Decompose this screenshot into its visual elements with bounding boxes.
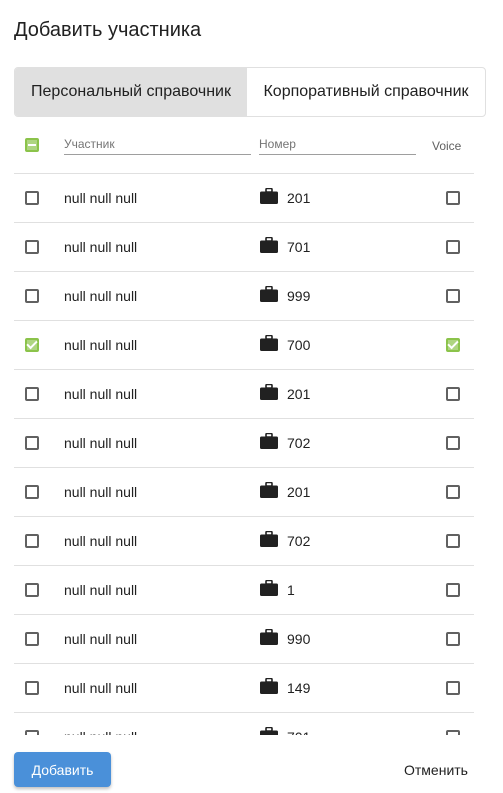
participant-number: 702 (287, 435, 311, 451)
row-select-checkbox[interactable] (25, 338, 39, 352)
participant-name: null null null (64, 729, 137, 735)
row-select-checkbox[interactable] (25, 289, 39, 303)
select-all-checkbox[interactable] (25, 138, 39, 152)
table-row[interactable]: null null null 700 (14, 321, 474, 370)
participant-name: null null null (64, 337, 138, 353)
voice-checkbox[interactable] (446, 240, 460, 254)
participant-name: null null null (64, 239, 138, 255)
participant-name: null null null (64, 386, 138, 402)
participants-table: Участник Номер Voice null null null 201 nu… (14, 121, 474, 735)
dialog-title: Добавить участника (14, 19, 202, 41)
participant-number: 149 (287, 680, 311, 696)
table-row[interactable]: null null null 990 (14, 615, 474, 664)
participant-name: null null null (64, 533, 138, 549)
row-select-checkbox[interactable] (25, 240, 39, 254)
voice-checkbox[interactable] (446, 289, 460, 303)
table-row[interactable]: null null null 201 (14, 174, 474, 223)
briefcase-icon (260, 383, 278, 400)
table-row[interactable]: null null null 1 (14, 566, 474, 615)
briefcase-icon (260, 236, 278, 253)
participant-number: 700 (287, 337, 311, 353)
voice-column-header: Voice (432, 139, 462, 153)
directory-tabs: Персональный справочник Корпоративный сп… (14, 67, 486, 117)
briefcase-icon (260, 726, 278, 735)
number-filter-field[interactable]: Номер (259, 137, 416, 155)
row-select-checkbox[interactable] (25, 583, 39, 597)
cancel-button[interactable]: Отменить (392, 752, 480, 787)
table-header: Участник Номер Voice (14, 121, 474, 174)
voice-checkbox[interactable] (446, 338, 460, 352)
table-row[interactable]: null null null 701 (14, 713, 474, 735)
briefcase-icon (260, 285, 278, 302)
participant-number: 701 (287, 729, 310, 735)
participant-name: null null null (64, 484, 138, 500)
table-row[interactable]: null null null 702 (14, 517, 474, 566)
table-body[interactable]: null null null 201 null null null 701 null n… (14, 174, 474, 735)
briefcase-icon (260, 481, 278, 498)
participant-number: 701 (287, 239, 311, 255)
briefcase-icon (260, 187, 278, 204)
member-filter-field[interactable]: Участник (64, 137, 251, 155)
table-row[interactable]: null null null 702 (14, 419, 474, 468)
table-row[interactable]: null null null 201 (14, 468, 474, 517)
voice-checkbox[interactable] (446, 632, 460, 646)
table-row[interactable]: null null null 201 (14, 370, 474, 419)
voice-checkbox[interactable] (446, 730, 460, 735)
tab-corporate-directory[interactable]: Корпоративный справочник (247, 68, 485, 116)
participant-name: null null null (64, 288, 138, 304)
participant-number: 201 (287, 190, 311, 206)
briefcase-icon (260, 334, 278, 351)
table-row[interactable]: null null null 701 (14, 223, 474, 272)
add-button[interactable]: Добавить (14, 752, 111, 787)
participant-number: 1 (287, 582, 295, 598)
table-row[interactable]: null null null 149 (14, 664, 474, 713)
participant-name: null null null (64, 680, 138, 696)
voice-checkbox[interactable] (446, 583, 460, 597)
row-select-checkbox[interactable] (25, 485, 39, 499)
briefcase-icon (260, 628, 278, 645)
row-select-checkbox[interactable] (25, 534, 39, 548)
participant-number: 999 (287, 288, 311, 304)
briefcase-icon (260, 530, 278, 547)
voice-checkbox[interactable] (446, 485, 460, 499)
participant-number: 201 (287, 386, 311, 402)
row-select-checkbox[interactable] (25, 436, 39, 450)
row-select-checkbox[interactable] (25, 191, 39, 205)
row-select-checkbox[interactable] (25, 632, 39, 646)
participant-name: null null null (64, 435, 138, 451)
voice-checkbox[interactable] (446, 387, 460, 401)
voice-checkbox[interactable] (446, 681, 460, 695)
dialog-footer: Добавить Отменить (0, 740, 503, 793)
briefcase-icon (260, 432, 278, 449)
participant-number: 990 (287, 631, 311, 647)
row-select-checkbox[interactable] (25, 681, 39, 695)
table-row[interactable]: null null null 999 (14, 272, 474, 321)
participant-name: null null null (64, 582, 138, 598)
briefcase-icon (260, 579, 278, 596)
participant-number: 201 (287, 484, 311, 500)
participant-name: null null null (64, 190, 138, 206)
briefcase-icon (260, 677, 278, 694)
voice-checkbox[interactable] (446, 436, 460, 450)
voice-checkbox[interactable] (446, 191, 460, 205)
tab-personal-directory[interactable]: Персональный справочник (15, 68, 247, 116)
row-select-checkbox[interactable] (25, 730, 39, 735)
participant-name: null null null (64, 631, 138, 647)
voice-checkbox[interactable] (446, 534, 460, 548)
participant-number: 702 (287, 533, 311, 549)
row-select-checkbox[interactable] (25, 387, 39, 401)
